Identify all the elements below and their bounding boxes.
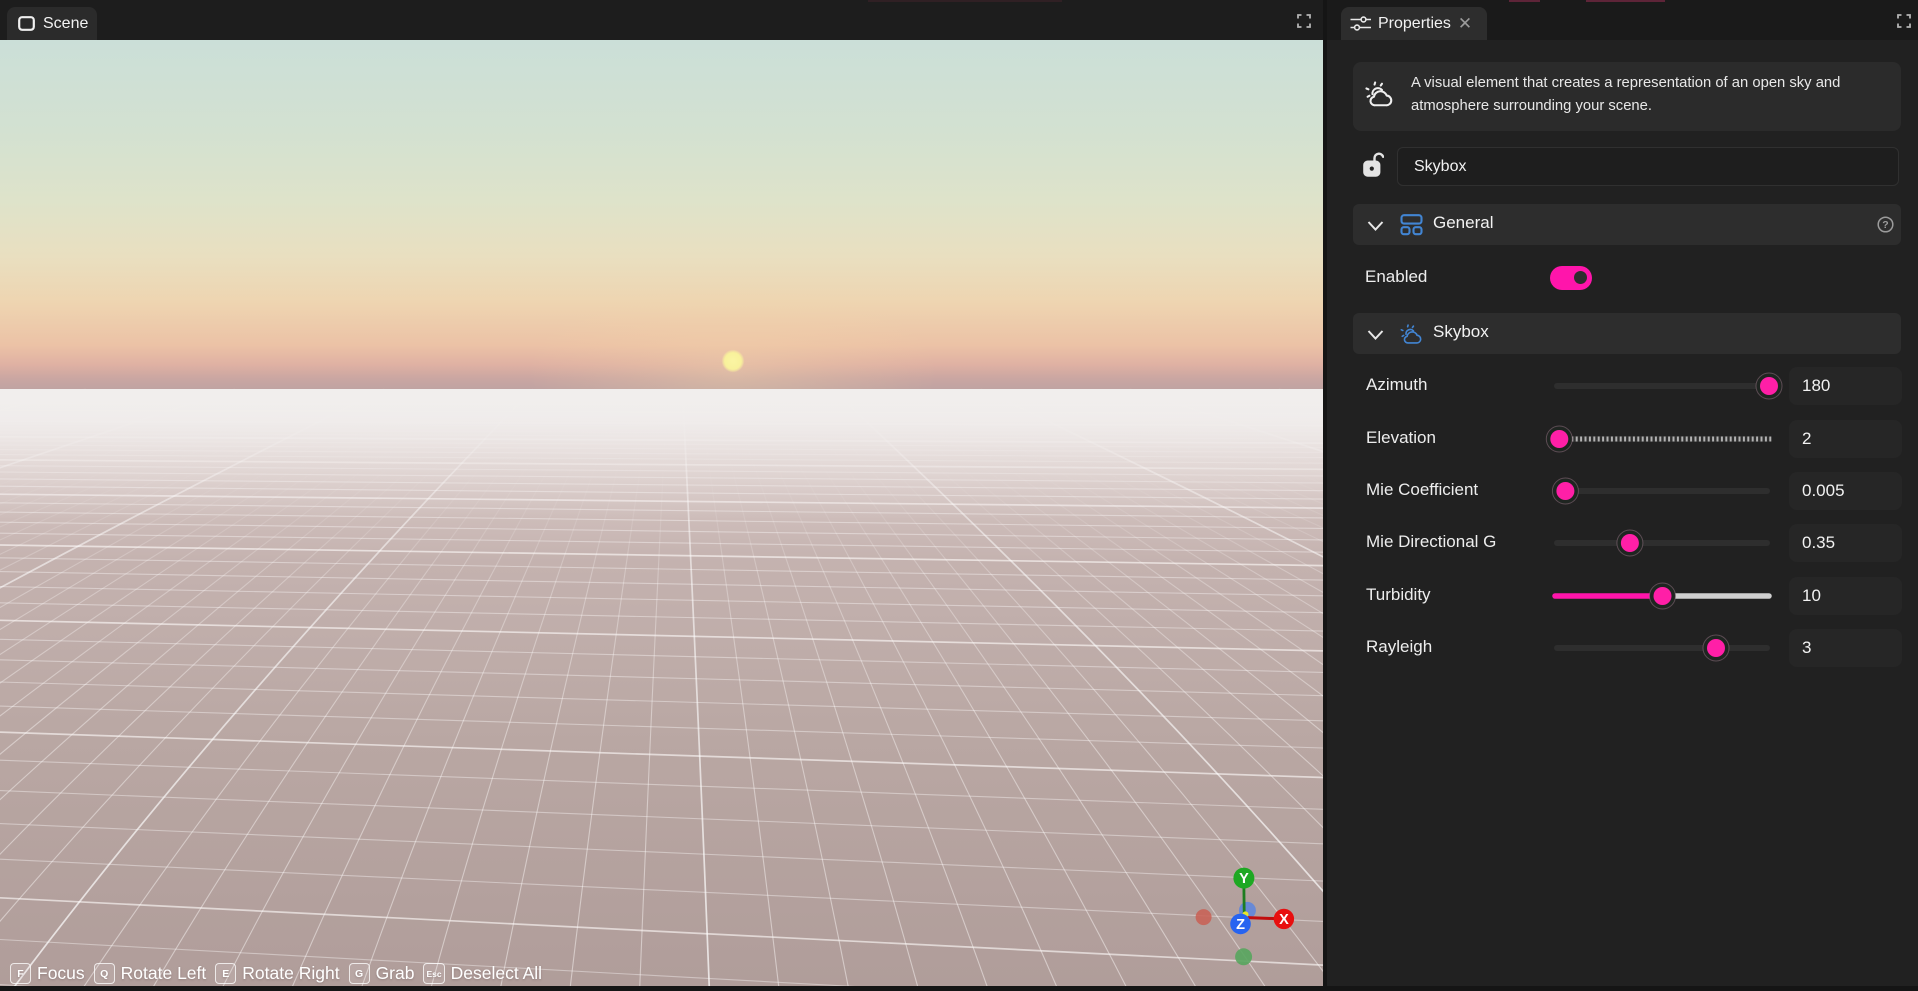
svg-text:X: X [1279,912,1289,928]
svg-text:?: ? [1882,219,1888,231]
svg-text:Z: Z [1236,917,1245,933]
svg-text:Y: Y [1239,871,1249,887]
